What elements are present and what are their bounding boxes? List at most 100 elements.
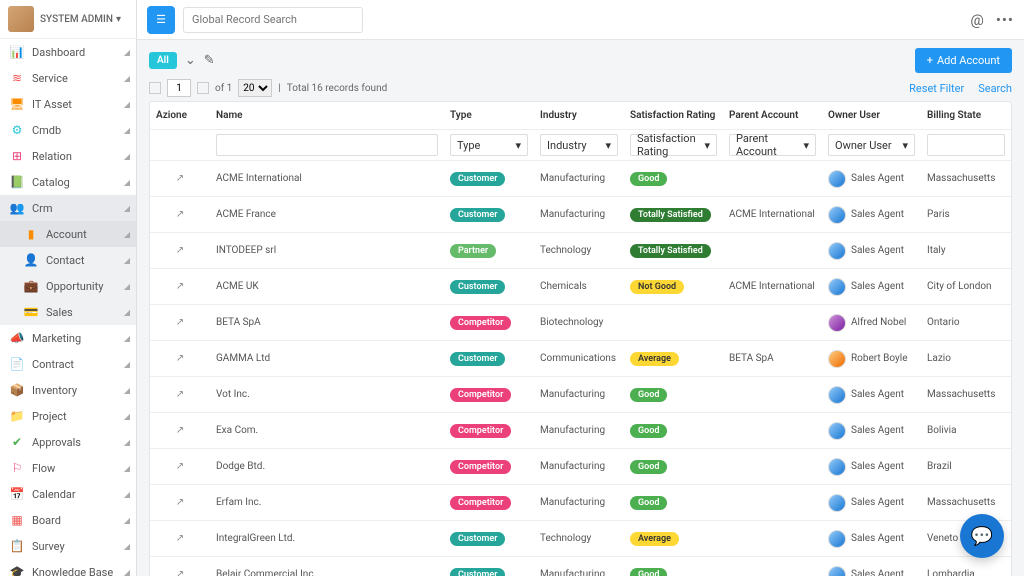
open-icon[interactable]: ↗	[176, 173, 184, 184]
table-row[interactable]: ↗ BETA SpA Competitor Biotechnology Alfr…	[150, 305, 1011, 341]
sidebar-item-board[interactable]: ▦Board◢	[0, 507, 136, 533]
nav-icon: 👥	[10, 201, 24, 215]
menu-toggle-button[interactable]: ☰	[147, 6, 175, 34]
col-industry[interactable]: Industry	[534, 110, 624, 121]
chevron-icon: ◢	[124, 230, 130, 239]
sidebar-subitem-opportunity[interactable]: 💼Opportunity◢	[0, 273, 136, 299]
table-filter-row: Type▾ Industry▾ Satisfaction Rating▾ Par…	[150, 130, 1011, 161]
more-icon[interactable]: •••	[996, 11, 1014, 29]
cell-name: Exa Com.	[210, 425, 444, 436]
col-action: Azione	[150, 110, 210, 121]
col-rating[interactable]: Satisfaction Rating	[624, 110, 723, 121]
sidebar-item-knowledge-base[interactable]: 🎓Knowledge Base◢	[0, 559, 136, 576]
table-row[interactable]: ↗ IntegralGreen Ltd. Customer Technology…	[150, 521, 1011, 557]
open-icon[interactable]: ↗	[176, 497, 184, 508]
chevron-icon: ◢	[124, 178, 130, 187]
reset-filter-link[interactable]: Reset Filter	[909, 82, 964, 95]
sidebar-subitem-contact[interactable]: 👤Contact◢	[0, 247, 136, 273]
sidebar-item-catalog[interactable]: 📗Catalog◢	[0, 169, 136, 195]
user-role-dropdown[interactable]: SYSTEM ADMIN ▾	[40, 14, 121, 25]
open-icon[interactable]: ↗	[176, 425, 184, 436]
open-icon[interactable]: ↗	[176, 209, 184, 220]
col-parent[interactable]: Parent Account	[723, 110, 822, 121]
open-icon[interactable]: ↗	[176, 389, 184, 400]
filter-state-input[interactable]	[927, 134, 1005, 156]
filter-all-pill[interactable]: All	[149, 52, 177, 69]
chat-fab-button[interactable]: 💬	[960, 514, 1004, 558]
filter-parent-select[interactable]: Parent Account▾	[729, 134, 816, 156]
filter-name-input[interactable]	[216, 134, 438, 156]
user-role-label: SYSTEM ADMIN	[40, 14, 113, 25]
filter-rating-select[interactable]: Satisfaction Rating▾	[630, 134, 717, 156]
open-icon[interactable]: ↗	[176, 569, 184, 576]
open-icon[interactable]: ↗	[176, 245, 184, 256]
sidebar-item-it-asset[interactable]: 🖥IT Asset◢	[0, 91, 136, 117]
table-header-row: Azione Name Type Industry Satisfaction R…	[150, 102, 1011, 130]
filter-type-select[interactable]: Type▾	[450, 134, 528, 156]
sidebar-item-cmdb[interactable]: ⚙Cmdb◢	[0, 117, 136, 143]
sidebar-item-marketing[interactable]: 📣Marketing◢	[0, 325, 136, 351]
sidebar-subitem-sales[interactable]: 💳Sales◢	[0, 299, 136, 325]
type-badge: Competitor	[450, 388, 511, 402]
sidebar-item-contract[interactable]: 📄Contract◢	[0, 351, 136, 377]
total-records-label: Total 16 records found	[287, 83, 388, 94]
chevron-down-icon[interactable]: ⌄	[185, 53, 196, 68]
rating-badge: Not Good	[630, 280, 684, 294]
type-badge: Competitor	[450, 496, 511, 510]
page-size-select[interactable]: 20	[238, 79, 272, 97]
col-name[interactable]: Name	[210, 110, 444, 121]
sidebar-item-dashboard[interactable]: 📊Dashboard◢	[0, 39, 136, 65]
table-row[interactable]: ↗ Belair Commercial Inc. Customer Manufa…	[150, 557, 1011, 576]
sidebar-item-crm[interactable]: 👥Crm◢	[0, 195, 136, 221]
sidebar-item-survey[interactable]: 📋Survey◢	[0, 533, 136, 559]
chevron-icon: ◢	[124, 386, 130, 395]
table-row[interactable]: ↗ ACME France Customer Manufacturing Tot…	[150, 197, 1011, 233]
sidebar-item-flow[interactable]: ⚐Flow◢	[0, 455, 136, 481]
table-row[interactable]: ↗ ACME International Customer Manufactur…	[150, 161, 1011, 197]
open-icon[interactable]: ↗	[176, 533, 184, 544]
open-icon[interactable]: ↗	[176, 353, 184, 364]
col-type[interactable]: Type	[444, 110, 534, 121]
checkbox-icon-2[interactable]	[197, 82, 209, 94]
rating-badge: Good	[630, 172, 667, 186]
table-row[interactable]: ↗ Exa Com. Competitor Manufacturing Good…	[150, 413, 1011, 449]
table-row[interactable]: ↗ Dodge Btd. Competitor Manufacturing Go…	[150, 449, 1011, 485]
open-icon[interactable]: ↗	[176, 461, 184, 472]
sidebar-item-service[interactable]: ≋Service◢	[0, 65, 136, 91]
chevron-icon: ◢	[124, 490, 130, 499]
open-icon[interactable]: ↗	[176, 317, 184, 328]
cell-owner: Sales Agent	[851, 389, 904, 400]
table-row[interactable]: ↗ Erfam Inc. Competitor Manufacturing Go…	[150, 485, 1011, 521]
owner-avatar	[828, 386, 846, 404]
nav-label: Inventory	[32, 384, 77, 397]
sidebar-item-relation[interactable]: ⊞Relation◢	[0, 143, 136, 169]
table-row[interactable]: ↗ Vot Inc. Competitor Manufacturing Good…	[150, 377, 1011, 413]
table-row[interactable]: ↗ INTODEEP srl Partner Technology Totall…	[150, 233, 1011, 269]
plus-icon: +	[927, 54, 933, 67]
checkbox-icon[interactable]	[149, 82, 161, 94]
sidebar-subitem-account[interactable]: ▮Account◢	[0, 221, 136, 247]
chevron-icon: ◢	[124, 256, 130, 265]
col-state[interactable]: Billing State	[921, 110, 1011, 121]
sidebar-item-project[interactable]: 📁Project◢	[0, 403, 136, 429]
sidebar-item-approvals[interactable]: ✔Approvals◢	[0, 429, 136, 455]
filter-owner-select[interactable]: Owner User▾	[828, 134, 915, 156]
search-link[interactable]: Search	[978, 82, 1012, 95]
rating-badge: Good	[630, 424, 667, 438]
page-input[interactable]	[167, 79, 191, 97]
filter-industry-select[interactable]: Industry▾	[540, 134, 618, 156]
type-badge: Partner	[450, 244, 496, 258]
global-search-input[interactable]	[183, 7, 363, 33]
table-row[interactable]: ↗ ACME UK Customer Chemicals Not Good AC…	[150, 269, 1011, 305]
user-avatar[interactable]	[8, 6, 34, 32]
sidebar-item-inventory[interactable]: 📦Inventory◢	[0, 377, 136, 403]
col-owner[interactable]: Owner User	[822, 110, 921, 121]
open-icon[interactable]: ↗	[176, 281, 184, 292]
add-account-button[interactable]: + Add Account	[915, 48, 1012, 73]
cell-owner: Sales Agent	[851, 281, 904, 292]
sidebar-item-calendar[interactable]: 📅Calendar◢	[0, 481, 136, 507]
table-row[interactable]: ↗ GAMMA Ltd Customer Communications Aver…	[150, 341, 1011, 377]
edit-icon[interactable]: ✎	[204, 53, 215, 68]
at-icon[interactable]: @	[970, 11, 983, 29]
chevron-icon: ◢	[124, 152, 130, 161]
